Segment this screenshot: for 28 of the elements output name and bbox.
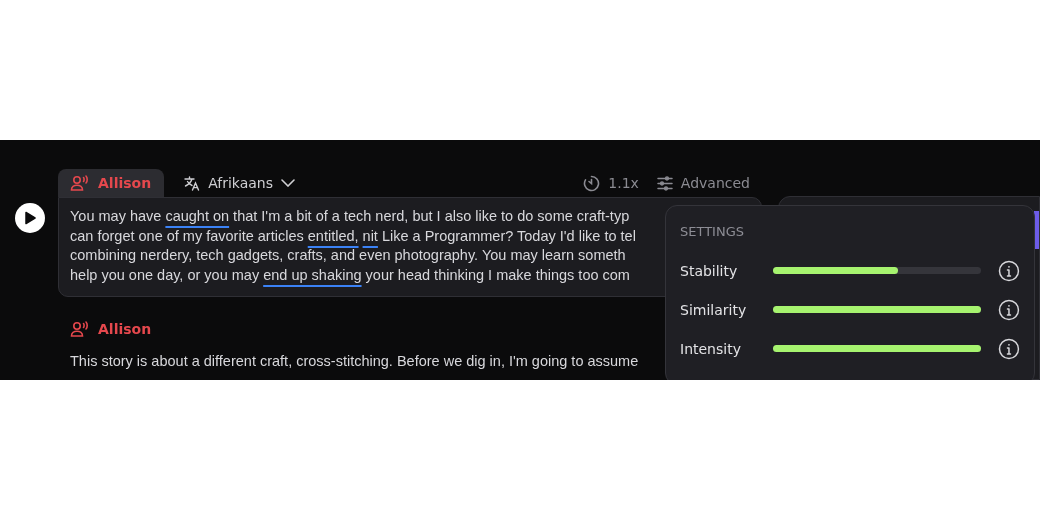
speaker-label: Allison bbox=[70, 320, 152, 338]
info-icon[interactable] bbox=[998, 298, 1020, 321]
speaker-icon bbox=[70, 174, 90, 192]
text-line: This story is about a different craft, cross-stitching. Before we dig in, I'm going to assume bbox=[70, 352, 639, 371]
play-icon bbox=[24, 211, 36, 225]
sliders-icon bbox=[656, 175, 673, 191]
speed-button[interactable]: 1.1x bbox=[577, 173, 645, 193]
language-dropdown[interactable]: Afrikaans bbox=[178, 174, 301, 192]
translate-icon bbox=[184, 175, 201, 191]
text-line: You may have caught on that I'm a bit of a tech nerd, but I also like to do some craft-typ bbox=[70, 207, 630, 226]
speaker-icon bbox=[70, 320, 90, 338]
speaker-tab[interactable]: Allison bbox=[58, 169, 165, 197]
slider-label: Intensity bbox=[680, 340, 742, 357]
text-line: can forget one of my favorite articles entitled, nit Like a Programmer? Today I'd like to tel bbox=[70, 226, 636, 246]
advanced-button[interactable]: Advanced bbox=[650, 174, 756, 192]
slider[interactable] bbox=[772, 306, 982, 313]
text-line: combining nerdery, tech gadgets, crafts, and even photography. You may learn someth bbox=[70, 246, 626, 265]
settings-title: SETTINGS bbox=[680, 224, 745, 239]
slider-label: Similarity bbox=[680, 301, 748, 318]
slider[interactable] bbox=[772, 345, 982, 352]
chevron-icon bbox=[281, 179, 295, 187]
info-icon[interactable] bbox=[998, 337, 1020, 360]
text-line: help you one day, or you may end up shaking your head thinking I make things too com bbox=[70, 265, 630, 285]
info-icon[interactable] bbox=[998, 259, 1020, 282]
slider[interactable] bbox=[772, 267, 982, 274]
play-button[interactable] bbox=[15, 203, 45, 233]
slider-label: Stability bbox=[680, 262, 739, 279]
timer-icon bbox=[583, 174, 601, 192]
